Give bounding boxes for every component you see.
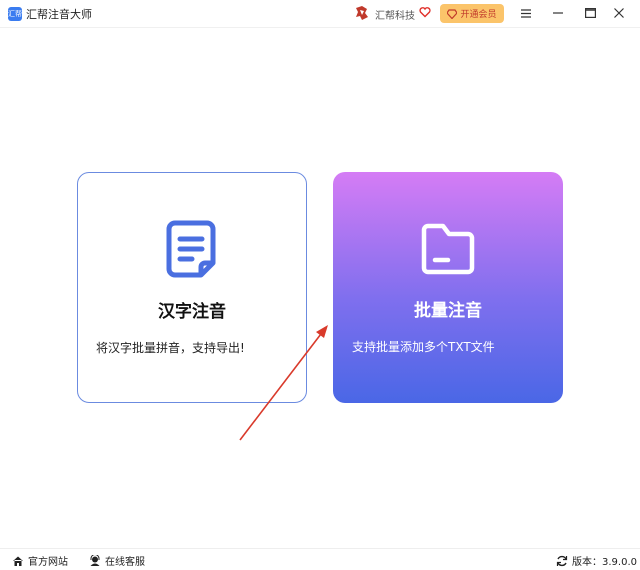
- hanzi-zhuyin-card[interactable]: 汉字注音 将汉字批量拼音，支持导出!: [77, 172, 307, 403]
- brand-name: 汇帮科技: [375, 11, 415, 22]
- status-bar: 官方网站 在线客服 版本：3.9.0.0: [0, 548, 640, 570]
- close-button[interactable]: [611, 5, 627, 21]
- menu-icon: [521, 8, 531, 18]
- brand-logo-icon: [356, 6, 368, 20]
- card-description: 将汉字批量拼音，支持导出!: [96, 341, 245, 355]
- customer-service-icon: [90, 554, 100, 566]
- version-info[interactable]: 版本：3.9.0.0: [556, 553, 637, 568]
- card-title: 汉字注音: [158, 302, 226, 322]
- menu-button[interactable]: [518, 5, 534, 21]
- title-bar: 汇帮 汇帮注音大师 汇帮科技 开通会员: [0, 0, 640, 28]
- vip-button-label: 开通会员: [460, 10, 497, 20]
- app-title: 汇帮注音大师: [26, 8, 92, 21]
- official-website-link[interactable]: 官方网站: [12, 553, 68, 568]
- app-logo-icon: 汇帮: [8, 7, 22, 21]
- card-title: 批量注音: [414, 301, 482, 321]
- diamond-icon: [447, 8, 458, 19]
- maximize-icon: [584, 8, 596, 18]
- minimize-icon: [553, 12, 563, 14]
- folder-icon: [421, 223, 475, 275]
- refresh-icon: [556, 555, 568, 566]
- card-description: 支持批量添加多个TXT文件: [352, 340, 495, 354]
- official-website-label: 官方网站: [28, 557, 68, 568]
- version-label: 版本：3.9.0.0: [572, 557, 637, 568]
- home-icon: [13, 556, 23, 566]
- close-icon: [614, 8, 624, 18]
- minimize-button[interactable]: [550, 5, 566, 21]
- online-support-label: 在线客服: [105, 557, 145, 568]
- vip-button[interactable]: 开通会员: [440, 4, 504, 23]
- online-support-link[interactable]: 在线客服: [89, 553, 145, 568]
- heart-icon[interactable]: [419, 6, 431, 18]
- batch-zhuyin-card[interactable]: 批量注音 支持批量添加多个TXT文件: [333, 172, 563, 403]
- maximize-button[interactable]: [582, 5, 598, 21]
- document-icon: [166, 220, 216, 278]
